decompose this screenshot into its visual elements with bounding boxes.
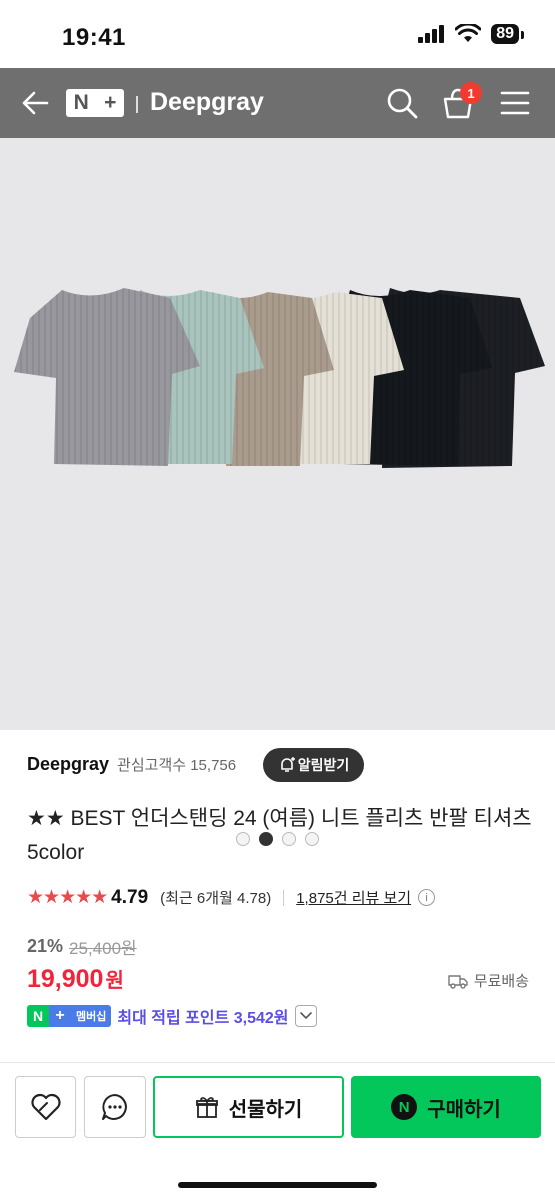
sale-price: 19,900: [27, 965, 104, 993]
heart-icon: [30, 1093, 61, 1121]
back-arrow-icon[interactable]: [20, 88, 50, 118]
discount-row: 21% 25,400원: [27, 934, 137, 959]
discount-rate: 21%: [27, 936, 64, 956]
naver-plus-logo[interactable]: N +: [66, 89, 124, 117]
top-nav-bar: N + Deepgray 1: [0, 68, 555, 138]
membership-label: 멤버십: [71, 1005, 112, 1027]
seller-name[interactable]: Deepgray: [27, 754, 109, 775]
rating-row: ★★★★★ 4.79 (최근 6개월 4.78) 1,875건 리뷰 보기 i: [27, 886, 436, 909]
search-icon[interactable]: [385, 86, 419, 120]
shipping-info: 무료배송: [448, 970, 529, 991]
chat-bubble-icon: [102, 1094, 127, 1120]
bell-plus-icon: [280, 757, 295, 772]
membership-plus-icon: +: [49, 1005, 71, 1027]
recent-rating: (최근 6개월 4.78): [160, 890, 272, 907]
expand-points-button[interactable]: [294, 1005, 317, 1027]
price-row: 19,900 원: [27, 964, 124, 994]
status-time: 19:41: [62, 24, 126, 51]
logo-n: N: [73, 91, 89, 114]
hamburger-menu-icon[interactable]: [500, 90, 530, 116]
talk-talk-button[interactable]: [84, 1076, 146, 1138]
rating-divider: [283, 889, 285, 906]
signal-icon: [418, 25, 445, 43]
gift-icon: [195, 1097, 218, 1118]
buy-label: 구매하기: [427, 1098, 501, 1121]
original-price: 25,400원: [69, 939, 137, 958]
max-points: 최대 적립 포인트 3,542원: [117, 1010, 289, 1027]
gift-label: 선물하기: [228, 1098, 303, 1121]
status-icons: 89: [417, 24, 524, 44]
seller-row: Deepgray 관심고객수 15,756: [27, 754, 236, 775]
price-unit: 원: [105, 970, 124, 992]
membership-n-icon: N: [27, 1005, 49, 1027]
chevron-down-icon: [299, 1012, 312, 1020]
bottom-action-bar: 선물하기 N 구매하기: [0, 1062, 555, 1200]
gift-button[interactable]: 선물하기: [153, 1076, 344, 1138]
truck-icon: [448, 974, 468, 989]
product-image-carousel[interactable]: [0, 138, 555, 846]
points-row[interactable]: N + 멤버십 최대 적립 포인트 3,542원: [27, 1004, 317, 1028]
review-link[interactable]: 1,875건 리뷰 보기: [296, 887, 411, 908]
rating-score: 4.79: [111, 886, 149, 908]
wifi-icon: [455, 24, 482, 42]
logo-plus: +: [104, 91, 117, 114]
follow-alert-button[interactable]: 알림받기: [263, 748, 364, 782]
buy-button[interactable]: N 구매하기: [351, 1076, 541, 1138]
product-title: ★★ BEST 언더스탠딩 24 (여름) 니트 플리츠 반팔 티셔츠 5col…: [27, 807, 532, 864]
product-photo: [14, 288, 545, 468]
naver-pay-icon: N: [391, 1094, 418, 1120]
logo-divider: [136, 96, 138, 113]
membership-badge: N + 멤버십: [27, 1005, 112, 1027]
cart-count-badge: 1: [460, 82, 482, 104]
store-name[interactable]: Deepgray: [150, 88, 264, 117]
shipping-label: 무료배송: [473, 973, 529, 990]
info-icon[interactable]: i: [418, 889, 436, 906]
home-indicator: [178, 1182, 377, 1188]
battery-indicator: 89: [491, 24, 524, 44]
wishlist-button[interactable]: [15, 1076, 76, 1138]
status-bar: 19:41 89: [0, 0, 555, 68]
follower-count: 관심고객수 15,756: [117, 757, 237, 774]
rating-stars: ★★★★★: [27, 887, 108, 908]
follow-alert-label: 알림받기: [297, 757, 350, 773]
